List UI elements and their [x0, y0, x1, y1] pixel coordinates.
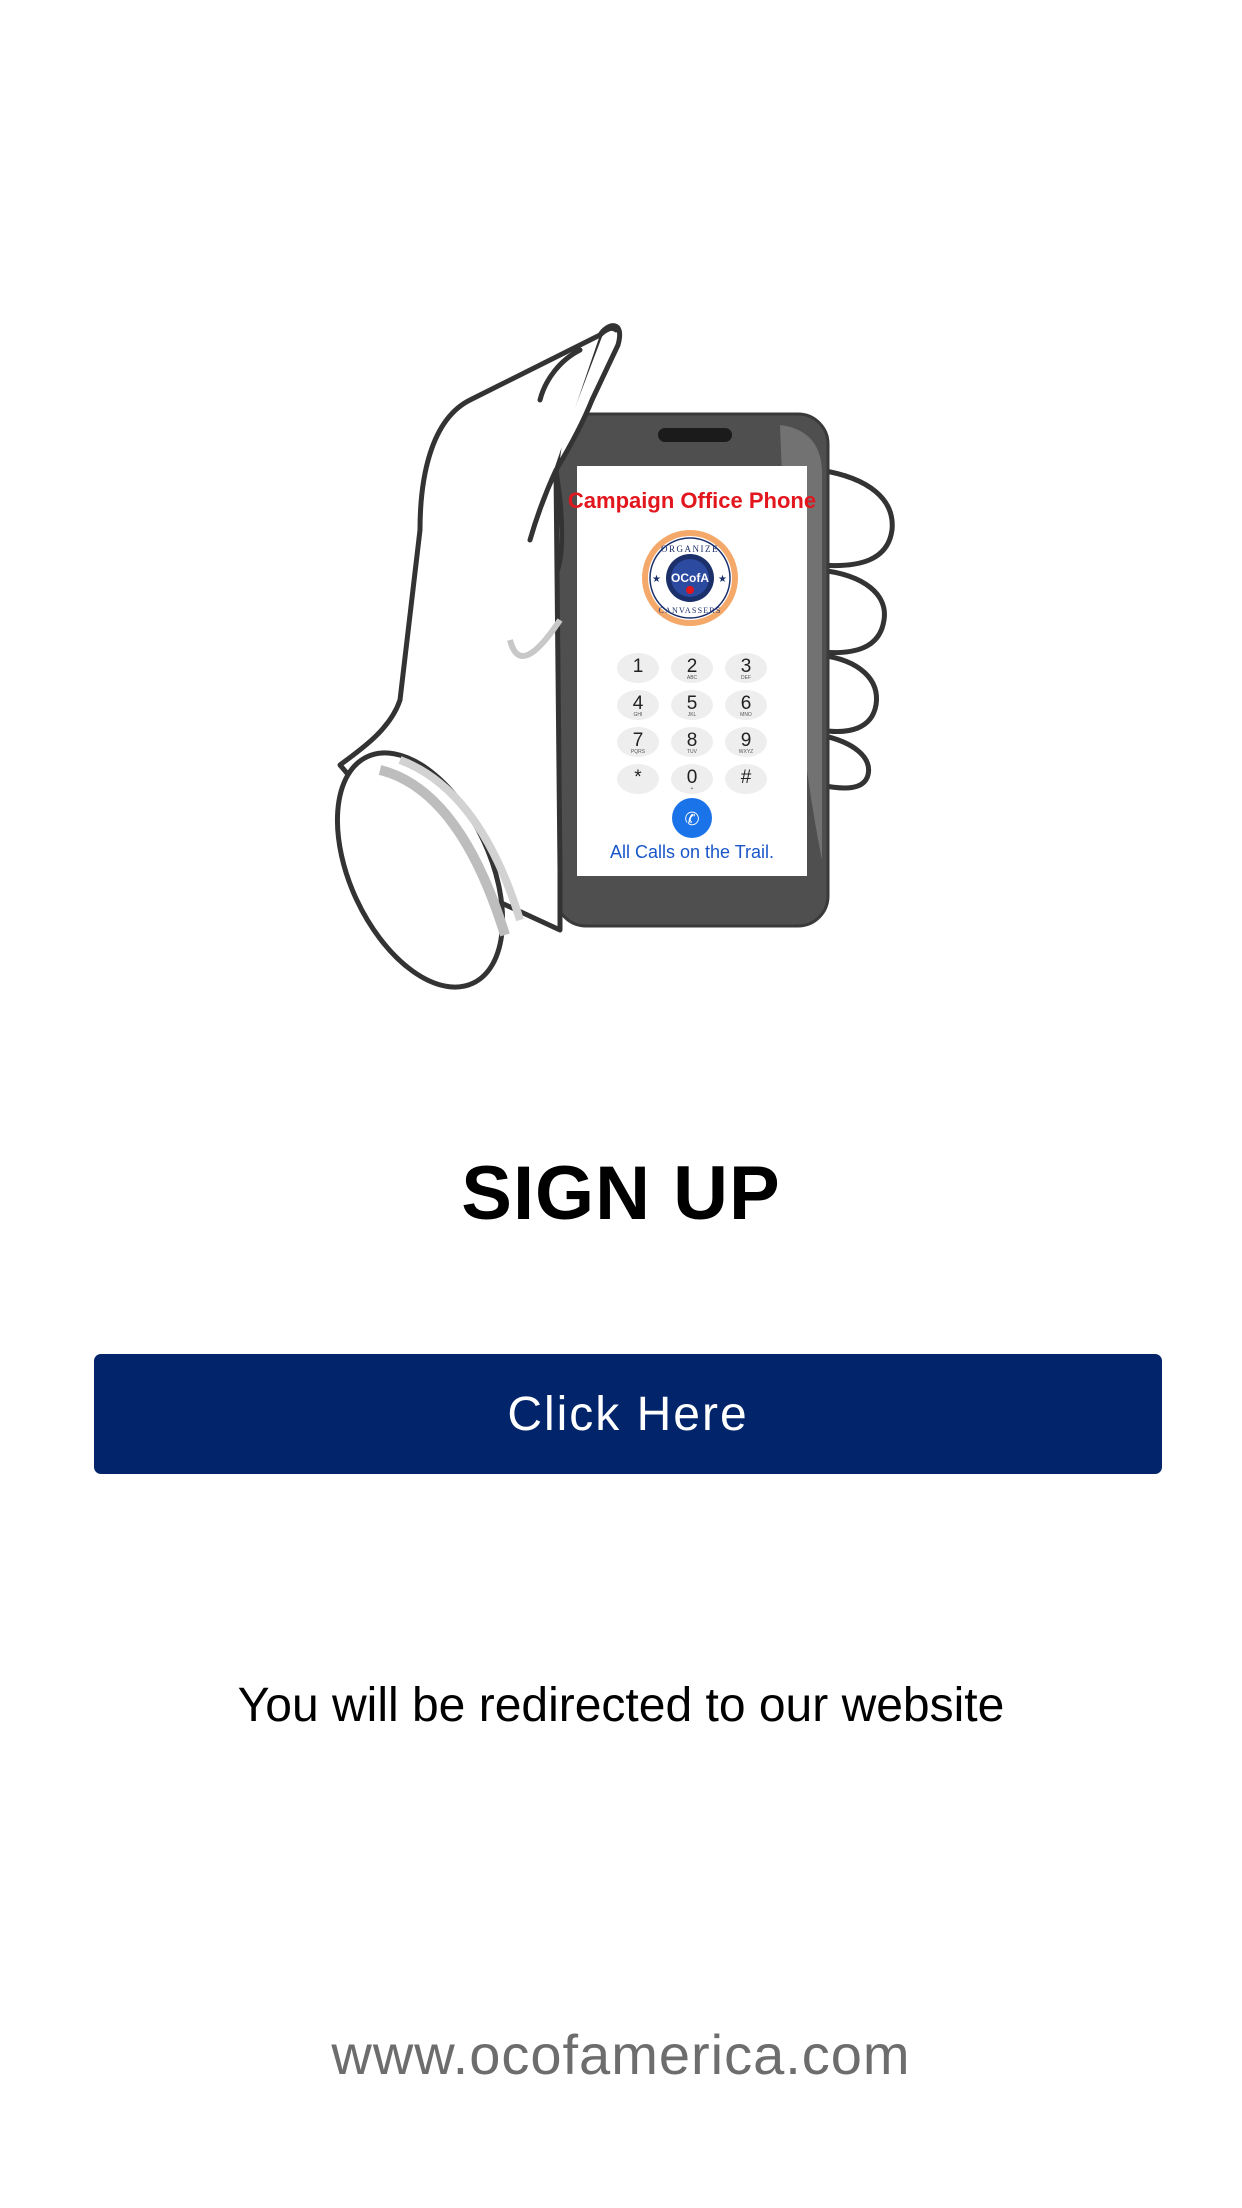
keypad-key: 5JKL [671, 690, 713, 720]
phone-screen-title: Campaign Office Phone [568, 488, 816, 513]
keypad-key-digit: # [741, 767, 752, 788]
keypad-key: 2ABC [671, 653, 713, 683]
redirect-note: You will be redirected to our website [237, 1679, 1005, 1732]
keypad-key-digit: 5 [687, 693, 698, 714]
keypad-key: 3DEF [725, 653, 767, 683]
keypad-key-letters: MNO [740, 712, 752, 718]
keypad-key-digit: 1 [633, 656, 644, 677]
keypad-key-letters: + [691, 786, 694, 792]
keypad-key-digit: 2 [687, 656, 698, 677]
keypad-key: 6MNO [725, 690, 767, 720]
phone-illustration: Campaign Office Phone ORGANIZE CANVASSER… [554, 412, 830, 928]
keypad-key-letters: ABC [687, 675, 698, 681]
hand-fingers-back [817, 467, 895, 791]
keypad-key-digit: 9 [741, 730, 752, 751]
website-url-link[interactable]: www.ocofamerica.com [0, 2022, 1242, 2087]
keypad-key-letters: WXYZ [739, 749, 753, 755]
keypad-key: 0+ [671, 764, 713, 794]
keypad-key-digit: 4 [633, 693, 644, 714]
keypad-key-digit: 8 [687, 730, 698, 751]
keypad-key: 8TUV [671, 727, 713, 757]
keypad-key: * [617, 764, 659, 794]
keypad-key-letters: DEF [741, 675, 751, 681]
logo-ring-bottom-text: CANVASSERS [659, 606, 722, 615]
keypad-key-letters: GHI [634, 712, 643, 718]
signup-title: SIGN UP [461, 1151, 781, 1236]
keypad-key: 1 [617, 653, 659, 683]
keypad-key: # [725, 764, 767, 794]
phone-speaker [658, 428, 732, 442]
keypad-key: 7PQRS [617, 727, 659, 757]
logo-star-right-icon: ★ [718, 574, 727, 585]
logo-star-left-icon: ★ [652, 574, 661, 585]
keypad-key: 4GHI [617, 690, 659, 720]
logo-ring-top-text: ORGANIZE [661, 544, 719, 554]
keypad-key-letters: PQRS [631, 749, 646, 755]
phone-handset-icon: ✆ [684, 809, 699, 829]
keypad-key-digit: * [634, 767, 642, 788]
phone-screen-footer: All Calls on the Trail. [610, 842, 774, 862]
keypad-key-letters: JKL [688, 712, 697, 718]
logo-center-text: OCofA [671, 571, 709, 585]
keypad-key-digit: 3 [741, 656, 752, 677]
hand-holding-phone-illustration: Campaign Office Phone ORGANIZE CANVASSER… [334, 323, 895, 990]
keypad-key-digit: 6 [741, 693, 752, 714]
ocofa-logo: ORGANIZE CANVASSERS OCofA ★ ★ [642, 530, 738, 626]
keypad-key-letters: TUV [687, 749, 698, 755]
click-here-button[interactable]: Click Here [94, 1354, 1162, 1474]
keypad-key-digit: 7 [633, 730, 644, 751]
keypad-key-digit: 0 [687, 767, 698, 788]
keypad-key: 9WXYZ [725, 727, 767, 757]
